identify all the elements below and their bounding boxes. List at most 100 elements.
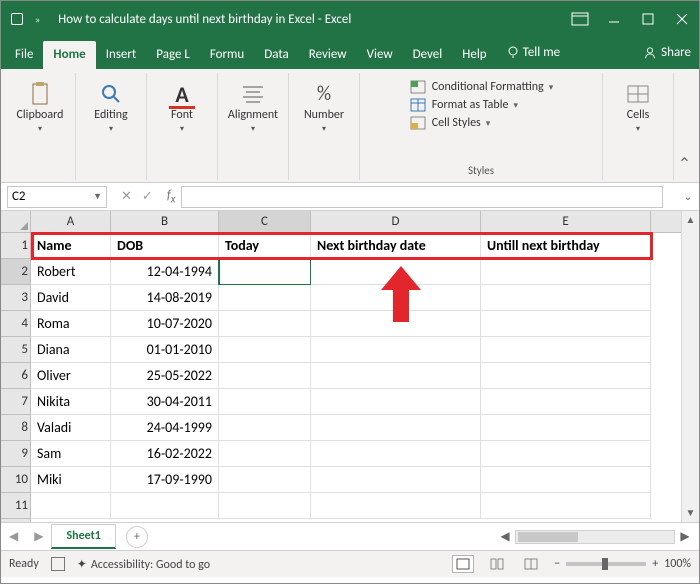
tab-insert[interactable]: Insert [96,41,147,69]
tab-view[interactable]: View [357,41,403,69]
cell-C5[interactable] [219,337,311,363]
cell-B1[interactable]: DOB [111,233,219,259]
view-page-layout-icon[interactable] [486,555,508,573]
view-normal-icon[interactable] [452,555,474,573]
cell-B2[interactable]: 12-04-1994 [111,259,219,285]
cell-E11[interactable] [481,493,651,519]
sheet-tab-sheet1[interactable]: Sheet1 [51,524,115,549]
cell-C2[interactable] [219,259,311,285]
cell-E2[interactable] [481,259,651,285]
zoom-level[interactable]: 100% [664,557,691,571]
cells-button[interactable]: Cells▾ [611,77,665,138]
collapse-ribbon-icon[interactable]: ⌃ [673,73,695,180]
ribbon-display-options-icon[interactable] [563,1,597,37]
cell-C6[interactable] [219,363,311,389]
tab-page-layout[interactable]: Page L [146,41,200,69]
cell-C4[interactable] [219,311,311,337]
autosave-icon[interactable] [11,13,23,25]
cell-D9[interactable] [311,441,481,467]
conditional-formatting-button[interactable]: Conditional Formatting ▾ [409,79,553,95]
cell-C9[interactable] [219,441,311,467]
close-icon[interactable] [665,1,699,37]
cell-D1[interactable]: Next birthday date [311,233,481,259]
maximize-icon[interactable] [631,1,665,37]
accessibility-status[interactable]: ✦Accessibility: Good to go [77,557,210,572]
cell-D5[interactable] [311,337,481,363]
cell-A3[interactable]: David [31,285,111,311]
macro-record-icon[interactable] [51,557,65,571]
row-header-8[interactable]: 8 [1,415,30,441]
cell-D10[interactable] [311,467,481,493]
minimize-icon[interactable] [597,1,631,37]
hscroll-left-icon[interactable]: ◀ [497,529,513,544]
vertical-scrollbar[interactable]: ▲▼ [681,211,699,522]
cell-B7[interactable]: 30-04-2011 [111,389,219,415]
cell-A9[interactable]: Sam [31,441,111,467]
cell-B4[interactable]: 10-07-2020 [111,311,219,337]
cell-B5[interactable]: 01-01-2010 [111,337,219,363]
share-button[interactable]: Share [635,41,699,69]
cell-B10[interactable]: 17-09-1990 [111,467,219,493]
select-all-corner[interactable] [1,211,31,233]
col-header-B[interactable]: B [111,211,219,232]
row-header-3[interactable]: 3 [1,285,30,311]
spreadsheet-grid[interactable]: A B C D E 1 2 3 4 5 6 7 8 9 10 11 Name D… [1,211,699,523]
cell-C1[interactable]: Today [219,233,311,259]
row-header-10[interactable]: 10 [1,467,30,493]
cell-A6[interactable]: Oliver [31,363,111,389]
hscroll-right-icon[interactable]: ▶ [677,529,693,544]
col-header-D[interactable]: D [311,211,481,232]
cell-C10[interactable] [219,467,311,493]
cell-D6[interactable] [311,363,481,389]
chevron-down-icon[interactable]: ▼ [93,191,102,202]
add-sheet-button[interactable]: + [126,526,148,548]
row-header-1[interactable]: 1 [1,233,30,259]
row-header-5[interactable]: 5 [1,337,30,363]
cell-C11[interactable] [219,493,311,519]
col-header-C[interactable]: C [219,211,311,232]
formula-input[interactable] [181,186,663,208]
font-button[interactable]: AFont▾ [155,77,209,138]
number-button[interactable]: %Number▾ [297,77,351,138]
cell-D7[interactable] [311,389,481,415]
cell-A11[interactable] [31,493,111,519]
row-headers[interactable]: 1 2 3 4 5 6 7 8 9 10 11 [1,233,31,522]
cell-D11[interactable] [311,493,481,519]
cell-E1[interactable]: Untill next birthday [481,233,651,259]
row-header-2[interactable]: 2 [1,259,30,285]
row-header-7[interactable]: 7 [1,389,30,415]
cell-B8[interactable]: 24-04-1999 [111,415,219,441]
cell-A10[interactable]: Miki [31,467,111,493]
horizontal-scrollbar[interactable] [515,530,675,544]
cell-A2[interactable]: Robert [31,259,111,285]
autosave-chevron-icon[interactable]: » [35,13,40,26]
tab-formulas[interactable]: Formu [200,41,254,69]
name-box[interactable]: C2▼ [7,186,107,208]
cell-E10[interactable] [481,467,651,493]
column-headers[interactable]: A B C D E [31,211,681,233]
scroll-up-icon[interactable]: ▲ [682,211,699,229]
cell-D3[interactable] [311,285,481,311]
cell-B11[interactable] [111,493,219,519]
cell-D8[interactable] [311,415,481,441]
cell-B3[interactable]: 14-08-2019 [111,285,219,311]
sheet-nav-prev-icon[interactable]: ◀ [1,529,26,544]
tellme-button[interactable]: Tell me [497,40,568,69]
cell-A7[interactable]: Nikita [31,389,111,415]
expand-formula-bar-icon[interactable]: ⌄ [681,190,695,203]
alignment-button[interactable]: Alignment▾ [226,77,280,138]
fx-icon[interactable]: fx [167,188,176,206]
cell-B9[interactable]: 16-02-2022 [111,441,219,467]
cell-E8[interactable] [481,415,651,441]
cell-A5[interactable]: Diana [31,337,111,363]
col-header-E[interactable]: E [481,211,651,232]
cell-E6[interactable] [481,363,651,389]
row-header-9[interactable]: 9 [1,441,30,467]
editing-button[interactable]: Editing▾ [84,77,138,138]
cell-A4[interactable]: Roma [31,311,111,337]
zoom-in-button[interactable]: + [652,557,658,571]
cell-A8[interactable]: Valadi [31,415,111,441]
zoom-slider[interactable] [566,562,646,566]
cell-D2[interactable] [311,259,481,285]
cancel-formula-icon[interactable]: ✕ [121,189,132,204]
